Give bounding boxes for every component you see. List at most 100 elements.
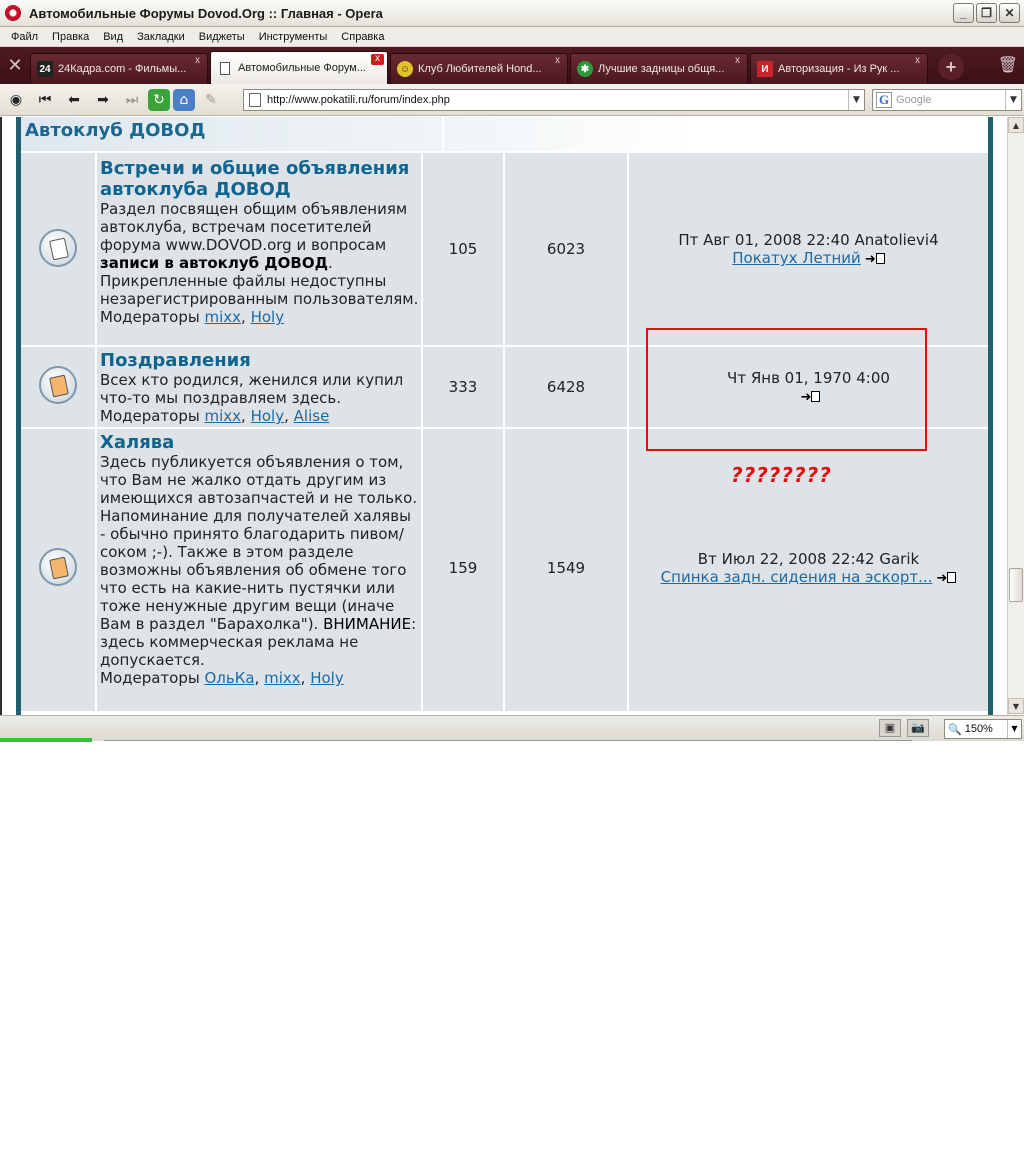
address-field[interactable]: http://www.pokatili.ru/forum/index.php ▼: [243, 89, 865, 111]
edit-icon[interactable]: ✎: [198, 88, 224, 112]
tab-label: Автомобильные Форум...: [238, 62, 366, 74]
tab-favicon-icon: И: [757, 61, 773, 77]
search-placeholder: Google: [896, 94, 932, 106]
menu-help[interactable]: Справка: [334, 31, 391, 43]
tab-bar: ✕ 24 24Кадра.com - Фильмы... x Автомобил…: [0, 47, 1024, 84]
back-icon[interactable]: ⬅: [61, 88, 87, 112]
moderator-link[interactable]: mixx: [264, 669, 301, 687]
zoom-selector[interactable]: 🔍 150% ▼: [944, 719, 1022, 739]
url-text: http://www.pokatili.ru/forum/index.php: [267, 94, 450, 106]
new-tab-icon[interactable]: +: [938, 54, 964, 80]
presentation-icon[interactable]: ▣: [879, 719, 901, 737]
tab-honda-club[interactable]: ☺ Клуб Любителей Hond... x: [390, 53, 568, 84]
tab-best[interactable]: ✱ Лучшие задницы общя... x: [570, 53, 748, 84]
moderator-link[interactable]: mixx: [205, 407, 242, 425]
menu-tools[interactable]: Инструменты: [252, 31, 335, 43]
topics-count: 333: [448, 378, 478, 396]
divider: [95, 429, 97, 711]
magnifier-icon: 🔍: [948, 722, 962, 736]
forum-info: Поздравления Всех кто родился, женился и…: [100, 350, 420, 425]
menu-view[interactable]: Вид: [96, 31, 130, 43]
home-icon[interactable]: ⌂: [173, 88, 195, 111]
fast-forward-icon[interactable]: ⏭: [119, 88, 145, 112]
scroll-thumb[interactable]: [1009, 568, 1023, 602]
tab-close-icon[interactable]: x: [911, 56, 924, 67]
reload-icon[interactable]: ↻: [148, 88, 170, 111]
category-header: Автоклуб ДОВОД: [21, 117, 988, 151]
forum-description: Здесь публикуется объявления о том, что …: [100, 453, 418, 669]
menu-bookmarks[interactable]: Закладки: [130, 31, 192, 43]
forum-title-link[interactable]: Встречи и общие объявления автоклуба ДОВ…: [100, 158, 420, 200]
tab-close-icon[interactable]: x: [731, 56, 744, 67]
zoom-value: 150%: [964, 723, 993, 735]
forum-title-link[interactable]: Поздравления: [100, 350, 420, 371]
tab-authorization[interactable]: И Авторизация - Из Рук ... x: [750, 53, 928, 84]
window-controls: _ ❐ ✕: [953, 3, 1020, 23]
moderator-link[interactable]: Holy: [251, 308, 285, 326]
last-post-link[interactable]: Покатух Летний: [732, 249, 861, 267]
google-icon: G: [876, 92, 892, 108]
forum-description: Раздел посвящен общим объявлениям автокл…: [100, 200, 419, 308]
topics-count: 105: [448, 240, 478, 258]
forum-row: Халява Здесь публикуется объявления о то…: [21, 429, 988, 711]
trash-icon[interactable]: 🗑: [998, 55, 1018, 74]
posts-count: 6428: [546, 378, 586, 396]
forum-new-posts-icon: [39, 366, 77, 404]
menu-bar: Файл Правка Вид Закладки Виджеты Инструм…: [0, 27, 1024, 47]
tab-close-icon[interactable]: x: [551, 56, 564, 67]
camera-icon[interactable]: 📷: [907, 719, 929, 737]
annotation-question-marks: ????????: [731, 463, 832, 487]
moderators: Модераторы mixx, Holy: [100, 308, 285, 326]
minimize-button[interactable]: _: [953, 3, 974, 23]
tab-label: Клуб Любителей Hond...: [418, 63, 542, 75]
page-icon: [217, 60, 233, 76]
moderator-link[interactable]: Holy: [251, 407, 285, 425]
close-window-button[interactable]: ✕: [999, 3, 1020, 23]
tools-icon[interactable]: ✕: [0, 47, 30, 84]
vertical-scrollbar[interactable]: ▲ ▼: [1007, 117, 1024, 715]
chevron-down-icon[interactable]: ▼: [1007, 720, 1021, 738]
forward-icon[interactable]: ➡: [90, 88, 116, 112]
rewind-icon[interactable]: ⏮: [32, 88, 58, 112]
tab-24kadra[interactable]: 24 24Кадра.com - Фильмы... x: [30, 53, 208, 84]
moderator-link[interactable]: ОльКа: [205, 669, 255, 687]
last-post: Вт Июл 22, 2008 22:42 Garik Спинка задн.…: [629, 550, 988, 588]
tab-close-icon[interactable]: x: [191, 56, 204, 67]
forum-title-link[interactable]: Халява: [100, 432, 420, 453]
tab-label: Лучшие задницы общя...: [598, 63, 725, 75]
scroll-down-icon[interactable]: ▼: [1008, 698, 1024, 714]
moderator-link[interactable]: mixx: [205, 308, 242, 326]
maximize-button[interactable]: ❐: [976, 3, 997, 23]
moderator-link[interactable]: Alise: [294, 407, 330, 425]
tab-dovod-forums[interactable]: Автомобильные Форум... x: [210, 51, 388, 84]
load-progress-bar: [0, 738, 93, 742]
last-post-link[interactable]: Спинка задн. сидения на эскорт...: [661, 568, 933, 586]
divider: [104, 740, 912, 741]
category-title[interactable]: Автоклуб ДОВОД: [25, 120, 205, 141]
tab-close-icon[interactable]: x: [371, 54, 384, 65]
moderator-link[interactable]: Holy: [310, 669, 344, 687]
goto-last-post-icon[interactable]: ➜: [865, 251, 885, 269]
last-post-date: Вт Июл 22, 2008 22:42 Garik: [697, 550, 920, 568]
chevron-down-icon[interactable]: ▼: [1005, 90, 1021, 110]
goto-last-post-icon[interactable]: ➜: [936, 570, 957, 588]
tab-label: Авторизация - Из Рук ...: [778, 63, 900, 75]
divider: [442, 117, 444, 151]
topics-count: 159: [448, 559, 478, 577]
chevron-down-icon[interactable]: ▼: [848, 90, 864, 110]
menu-file[interactable]: Файл: [4, 31, 45, 43]
leaf-icon: ✱: [577, 61, 593, 77]
scroll-up-icon[interactable]: ▲: [1008, 117, 1024, 133]
menu-edit[interactable]: Правка: [45, 31, 96, 43]
last-post-date: Пт Авг 01, 2008 22:40 Anatolievi4: [678, 231, 939, 249]
row-divider: [21, 711, 988, 713]
last-post: Пт Авг 01, 2008 22:40 Anatolievi4 Покату…: [629, 231, 988, 269]
search-field[interactable]: G Google ▼: [872, 89, 1022, 111]
opera-logo-icon: [5, 5, 21, 21]
posts-count: 1549: [546, 559, 586, 577]
tab-favicon-icon: 24: [37, 61, 53, 77]
panel-toggle-icon[interactable]: ◉: [3, 88, 29, 112]
menu-widgets[interactable]: Виджеты: [192, 31, 252, 43]
tab-label: 24Кадра.com - Фильмы...: [58, 63, 187, 75]
page-edge: [0, 117, 2, 715]
